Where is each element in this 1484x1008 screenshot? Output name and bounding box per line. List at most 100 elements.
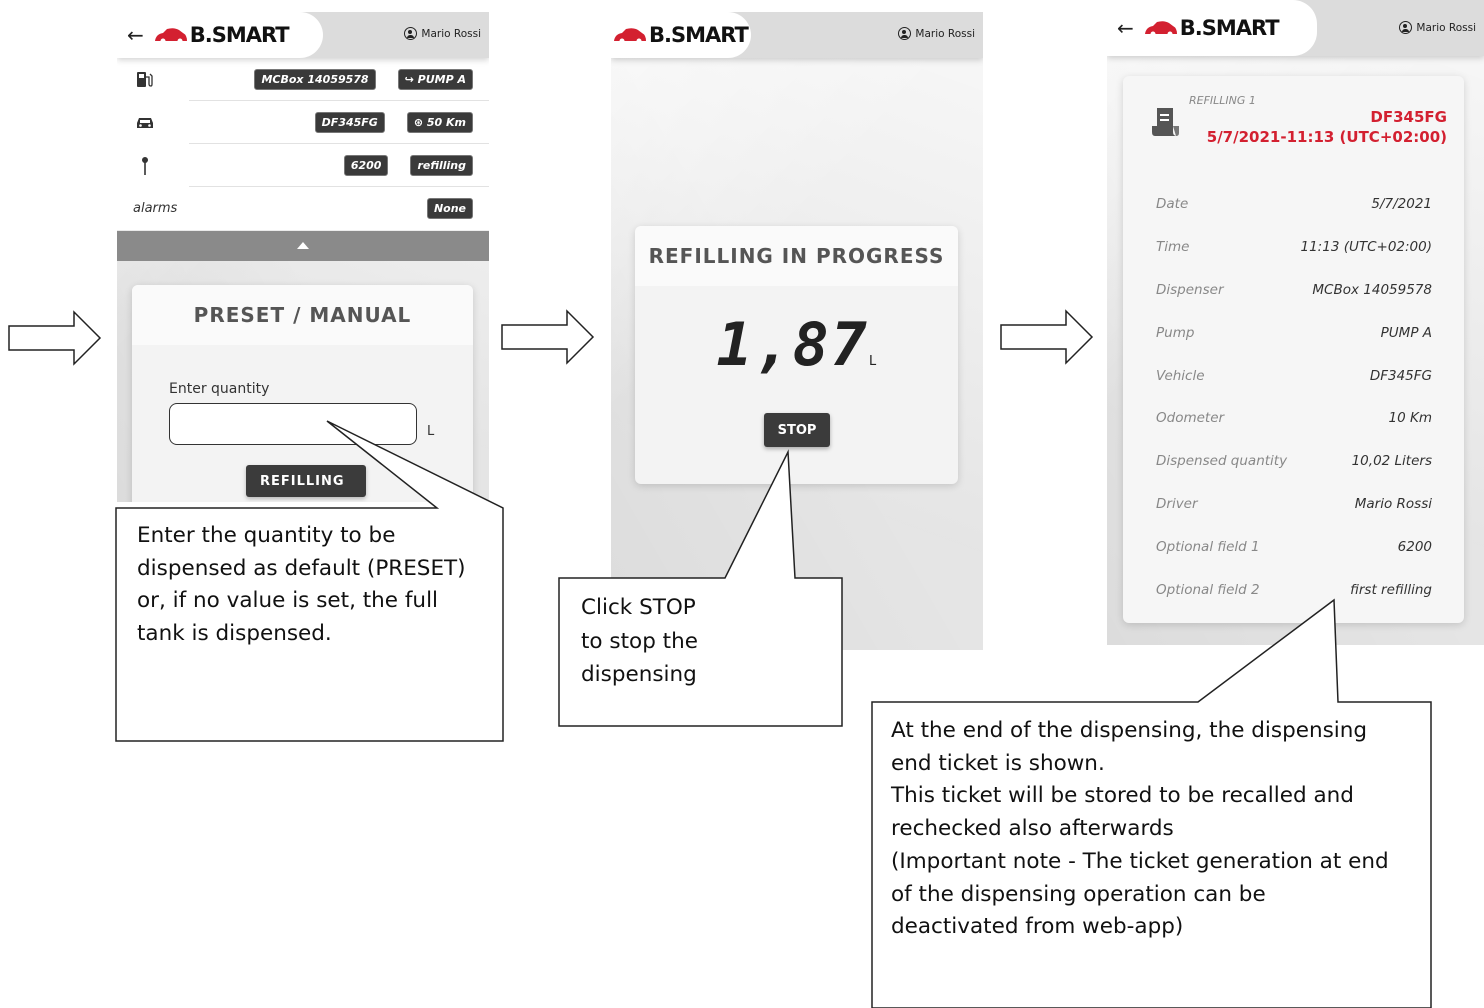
- ticket-card: REFILLING 1 DF345FG 5/7/2021-11:13 (UTC+…: [1123, 76, 1464, 623]
- logo-pill: ← B.SMART: [117, 12, 323, 58]
- callout-ticket: At the end of the dispensing, the dispen…: [891, 715, 1421, 944]
- dispenser-chip: MCBox 14059578: [254, 69, 376, 90]
- ticket-row: Time 11:13 (UTC+02:00): [1123, 226, 1464, 269]
- refilling-button[interactable]: REFILLING: [246, 465, 366, 497]
- refuel-info-list: MCBox 14059578 ↪ PUMP A DF345FG ⊛ 50 Km …: [117, 58, 489, 230]
- brand-logo-icon: [613, 27, 647, 43]
- ticket-plate: DF345FG: [1370, 108, 1447, 126]
- ticket-row: Optional field 1 6200: [1123, 525, 1464, 568]
- callout-line: end ticket is shown.: [891, 750, 1105, 776]
- user-menu[interactable]: Mario Rossi: [898, 27, 975, 40]
- ticket-row: Vehicle DF345FG: [1123, 354, 1464, 397]
- field-value: 5/7/2021: [1371, 196, 1432, 213]
- field-label: Date: [1156, 196, 1189, 213]
- field-value: Mario Rossi: [1354, 495, 1432, 512]
- brand-logo-text: B.SMART: [649, 23, 749, 47]
- callout-line: to stop the: [581, 628, 698, 654]
- dispensed-quantity-display: 1,87L: [635, 310, 958, 380]
- user-name: Mario Rossi: [421, 27, 481, 40]
- app-bar: B.SMART Mario Rossi: [611, 12, 983, 58]
- callout-stop: Click STOP to stop the dispensing: [581, 591, 831, 692]
- field-label: Dispenser: [1156, 281, 1224, 298]
- ticket-row: Optional field 2 first refilling: [1123, 568, 1464, 611]
- pump-chip: ↪ PUMP A: [397, 69, 473, 90]
- field-label: Vehicle: [1156, 367, 1205, 384]
- callout-line: or, if no value is set, the full: [137, 588, 439, 613]
- logo-pill: B.SMART: [611, 12, 751, 58]
- user-circle-icon: [898, 27, 912, 40]
- field-value: MCBox 14059578: [1312, 281, 1432, 298]
- quantity-unit: L: [427, 424, 435, 439]
- progress-screen: B.SMART Mario Rossi REFILLING IN PROGRES…: [611, 12, 983, 650]
- ticket-subtitle: REFILLING 1: [1189, 94, 1256, 107]
- user-circle-icon: [1399, 21, 1413, 34]
- field-label: Driver: [1156, 495, 1198, 512]
- quantity-input[interactable]: [169, 403, 417, 445]
- app-bar: ← B.SMART Mario Rossi: [117, 12, 489, 58]
- pin-icon: [142, 157, 148, 175]
- alarms-chip: None: [426, 198, 473, 219]
- ticket-row: Date 5/7/2021: [1123, 183, 1464, 226]
- optional-field-chip: 6200: [343, 155, 389, 176]
- brand-logo-text: B.SMART: [189, 23, 290, 47]
- info-row-optional: 6200 refilling: [117, 144, 489, 187]
- callout-line: Enter the quantity to be: [137, 523, 396, 548]
- user-name: Mario Rossi: [915, 27, 975, 40]
- user-menu[interactable]: Mario Rossi: [1399, 21, 1476, 34]
- ticket-row: Driver Mario Rossi: [1123, 483, 1464, 526]
- field-label: Optional field 2: [1156, 581, 1260, 598]
- field-label: Odometer: [1156, 410, 1225, 427]
- collapse-toggle[interactable]: [117, 231, 489, 261]
- field-value: first refilling: [1350, 581, 1432, 598]
- callout-line: deactivated from web-app): [891, 914, 1184, 940]
- dispensed-quantity-unit: L: [868, 354, 877, 369]
- callout-line: rechecked also afterwards: [891, 816, 1174, 842]
- preset-screen: ← B.SMART Mario Rossi MCBox 14059578 ↪ P…: [117, 12, 489, 502]
- ticket-screen: ← B.SMART Mario Rossi REFILLING 1 DF345F…: [1107, 0, 1484, 645]
- flow-arrow-icon: [8, 310, 102, 366]
- field-value: DF345FG: [1369, 367, 1432, 384]
- back-arrow-icon[interactable]: ←: [1117, 16, 1134, 40]
- callout-line: (Important note - The ticket generation …: [891, 848, 1389, 874]
- callout-line: At the end of the dispensing, the dispen…: [891, 718, 1368, 743]
- ticket-fields: Date 5/7/2021 Time 11:13 (UTC+02:00) Dispe…: [1123, 183, 1464, 611]
- preset-card: PRESET / MANUAL Enter quantity L REFILLI…: [132, 285, 473, 502]
- brand-logo-icon: [1144, 20, 1178, 36]
- stop-button[interactable]: STOP: [764, 413, 830, 447]
- chevron-up-icon: [297, 242, 309, 249]
- progress-card: REFILLING IN PROGRESS 1,87L STOP: [635, 226, 958, 484]
- preset-card-title: PRESET / MANUAL: [132, 285, 473, 345]
- info-row-vehicle: DF345FG ⊛ 50 Km: [117, 101, 489, 144]
- field-label: Pump: [1156, 324, 1195, 341]
- vehicle-chip: DF345FG: [314, 112, 385, 133]
- callout-line: This ticket will be stored to be recalle…: [891, 783, 1354, 809]
- logo-pill: ← B.SMART: [1107, 0, 1317, 56]
- ticket-datetime: 5/7/2021-11:13 (UTC+02:00): [1206, 128, 1447, 146]
- user-menu[interactable]: Mario Rossi: [404, 27, 481, 40]
- field-label: Dispensed quantity: [1156, 453, 1288, 470]
- field-value: 10 Km: [1388, 410, 1432, 427]
- callout-line: dispensing: [581, 662, 697, 687]
- odometer-chip: ⊛ 50 Km: [406, 112, 473, 133]
- user-circle-icon: [404, 27, 418, 40]
- fuel-pump-icon: [137, 72, 153, 87]
- info-row-dispenser: MCBox 14059578 ↪ PUMP A: [117, 58, 489, 101]
- progress-card-title: REFILLING IN PROGRESS: [635, 226, 958, 286]
- brand-logo-text: B.SMART: [1179, 16, 1280, 40]
- user-name: Mario Rossi: [1416, 21, 1476, 34]
- flow-arrow-icon: [1000, 309, 1094, 365]
- ticket-row: Odometer 10 Km: [1123, 397, 1464, 440]
- ticket-row: Dispenser MCBox 14059578: [1123, 269, 1464, 312]
- quantity-label: Enter quantity: [169, 381, 270, 397]
- car-icon: [137, 118, 153, 128]
- alarms-label: alarms: [133, 201, 178, 216]
- back-arrow-icon[interactable]: ←: [127, 23, 144, 47]
- field-label: Optional field 1: [1156, 538, 1260, 555]
- callout-line: dispensed as default (PRESET): [137, 555, 466, 581]
- status-chip: refilling: [410, 155, 473, 176]
- field-value: 11:13 (UTC+02:00): [1300, 239, 1433, 256]
- field-value: 10,02 Liters: [1351, 453, 1432, 470]
- callout-preset: Enter the quantity to be dispensed as de…: [137, 520, 493, 650]
- field-value: PUMP A: [1380, 324, 1432, 341]
- ticket-row: Pump PUMP A: [1123, 311, 1464, 354]
